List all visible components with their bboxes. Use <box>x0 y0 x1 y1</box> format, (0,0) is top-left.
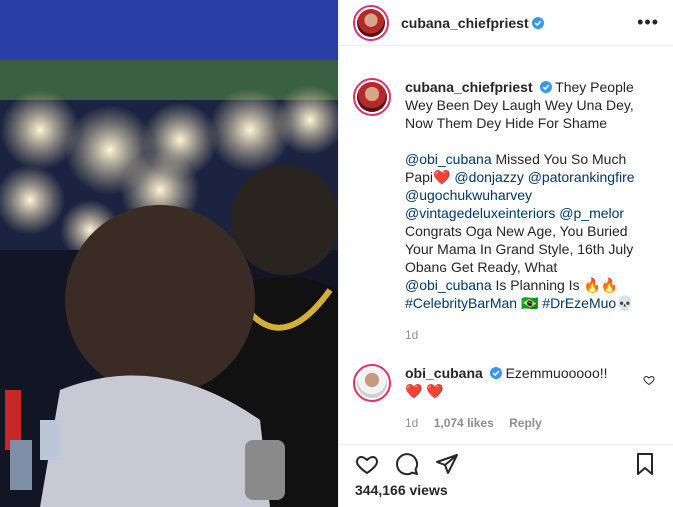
save-bookmark-icon[interactable] <box>633 452 657 476</box>
mention-patorankingfire[interactable]: @patorankingfire <box>528 169 635 185</box>
mention-obi-cubana[interactable]: @obi_cubana <box>405 151 492 167</box>
comment-text: Ezemmuooooo!! <box>505 365 608 381</box>
verified-badge-icon <box>539 81 552 93</box>
view-count[interactable]: 344,166 views <box>355 482 448 498</box>
verified-badge-icon <box>531 16 544 29</box>
more-options-icon[interactable]: ••• <box>637 12 659 33</box>
post-details-panel: cubana_chiefpriest ••• cubana_chiefpries… <box>338 0 673 507</box>
post-video[interactable] <box>0 0 338 507</box>
caption-avatar[interactable] <box>353 78 391 116</box>
flag-emoji: 🇧🇷 <box>520 295 539 311</box>
caption: cubana_chiefpriest They People Wey Been … <box>353 78 659 344</box>
post-header: cubana_chiefpriest ••• <box>339 0 673 46</box>
mention-ugochukwuharvey[interactable]: @ugochukwuharvey <box>405 187 532 203</box>
author-username[interactable]: cubana_chiefpriest <box>401 15 529 31</box>
mention-donjazzy[interactable]: @donjazzy <box>454 169 523 185</box>
caption-text4: Is Planning Is <box>491 277 584 293</box>
post-actions <box>339 444 673 482</box>
caption-time[interactable]: 1d <box>405 328 418 342</box>
hashtag-drezemuo[interactable]: #DrEzeMuo <box>542 295 616 311</box>
comment-likes[interactable]: 1,074 likes <box>434 416 494 430</box>
mention-obi-cubana-2[interactable]: @obi_cubana <box>405 277 492 293</box>
heart-emoji: ❤️ <box>433 169 451 185</box>
like-heart-icon[interactable] <box>355 452 379 476</box>
commenter-username[interactable]: obi_cubana <box>405 365 483 381</box>
hashtag-celebritybarman[interactable]: #CelebrityBarMan <box>405 295 517 311</box>
reply-button[interactable]: Reply <box>509 416 542 430</box>
caption-username[interactable]: cubana_chiefpriest <box>405 79 533 95</box>
mention-vintagedeluxeinteriors[interactable]: @vintagedeluxeinteriors <box>405 205 555 221</box>
comments-list[interactable]: cubana_chiefpriest They People Wey Been … <box>339 68 673 444</box>
video-frame <box>0 0 338 507</box>
share-paper-plane-icon[interactable] <box>435 452 459 476</box>
comment-bubble-icon[interactable] <box>395 452 419 476</box>
comment-item: obi_cubana Ezemmuooooo!! ❤️ ❤️ 1d 1,074 … <box>353 364 659 432</box>
author-avatar[interactable] <box>353 4 389 41</box>
mention-p-melor[interactable]: @p_melor <box>559 205 624 221</box>
skull-emoji: 💀 <box>616 295 634 311</box>
commenter-avatar[interactable] <box>353 364 391 402</box>
comment-meta: 1d 1,074 likes Reply <box>405 414 641 432</box>
fire-emoji: 🔥🔥 <box>583 277 619 293</box>
comment-emoji: ❤️ ❤️ <box>405 383 444 399</box>
caption-meta: 1d <box>405 326 641 344</box>
like-comment-heart-icon[interactable] <box>643 374 655 386</box>
verified-badge-icon <box>489 367 502 379</box>
caption-text3: Congrats Oga New Age, You Buried Your Ma… <box>405 223 634 275</box>
comment-time[interactable]: 1d <box>405 416 418 430</box>
